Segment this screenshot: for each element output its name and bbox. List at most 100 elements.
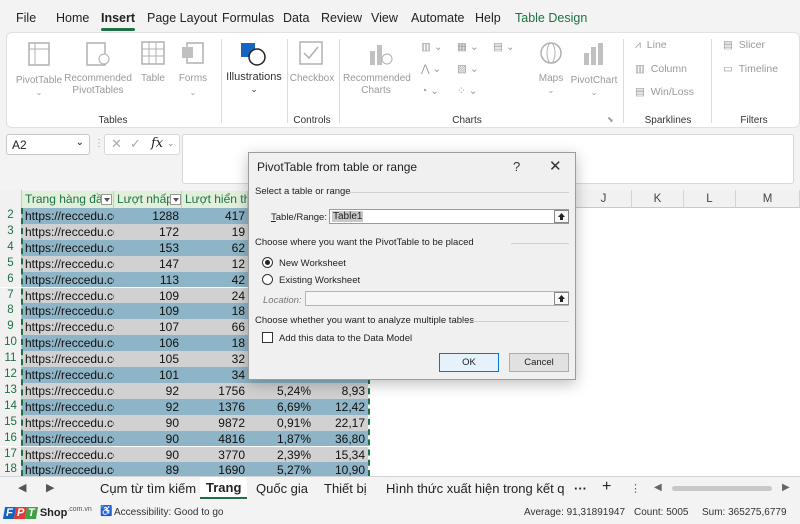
name-box[interactable]: A2 ⌄ — [6, 134, 90, 155]
table-cell-url[interactable]: https://reccedu.co — [22, 351, 114, 367]
tab-help[interactable]: Help — [475, 11, 501, 25]
table-cell-ctr[interactable]: 1,87% — [248, 430, 314, 447]
slicer-button[interactable]: ▤ Slicer — [723, 39, 765, 51]
add-data-model-checkbox[interactable] — [262, 332, 273, 343]
table-cell-clicks[interactable]: 109 — [114, 303, 182, 320]
cancel-icon[interactable]: ✕ — [111, 136, 122, 152]
more-options-icon[interactable]: ⋮ — [630, 482, 641, 495]
tab-insert[interactable]: Insert — [101, 11, 136, 31]
table-cell-clicks[interactable]: 92 — [114, 382, 182, 399]
table-cell-url[interactable]: https://reccedu.co — [22, 319, 114, 336]
row-header[interactable]: 10 — [0, 335, 22, 352]
table-cell-impressions[interactable]: 12 — [182, 255, 248, 272]
help-button[interactable]: ? — [513, 159, 520, 174]
statistic-chart-icon[interactable]: ▤ ⌄ — [493, 41, 515, 53]
location-input[interactable] — [305, 291, 569, 306]
table-cell-url[interactable]: https://reccedu.co — [22, 303, 114, 320]
table-cell-clicks[interactable]: 92 — [114, 398, 182, 415]
collapse-location-button[interactable] — [554, 292, 569, 305]
tab-page-layout[interactable]: Page Layout — [147, 11, 217, 25]
row-header[interactable]: 14 — [0, 398, 22, 415]
column-chart-icon[interactable]: ▥ ⌄ — [421, 41, 443, 53]
table-cell-url[interactable]: https://reccedu.co — [22, 239, 114, 256]
table-cell-impressions[interactable]: 62 — [182, 239, 248, 256]
tab-review[interactable]: Review — [321, 11, 362, 25]
table-cell-url[interactable]: https://reccedu.co — [22, 382, 114, 399]
pivottable-button[interactable]: PivotTable ⌄ — [15, 75, 63, 99]
sheet-tab-trang[interactable]: Trang — [200, 477, 248, 499]
table-cell-clicks[interactable]: 90 — [114, 414, 182, 431]
table-cell-clicks[interactable]: 90 — [114, 430, 182, 447]
table-cell-impressions[interactable]: 34 — [182, 367, 248, 383]
sheet-tab-thiet-bi[interactable]: Thiết bị — [324, 481, 367, 496]
table-cell-position[interactable]: 15,34 — [314, 446, 368, 463]
sparkline-line-button[interactable]: ⩘ Line — [635, 39, 667, 52]
pie-chart-icon[interactable]: ◔ ⌄ — [421, 85, 439, 97]
forms-button[interactable]: Forms — [175, 73, 211, 85]
table-cell-url[interactable]: https://reccedu.co — [22, 335, 114, 352]
insert-function-icon[interactable]: fx — [151, 136, 163, 151]
row-header[interactable]: 4 — [0, 239, 22, 256]
table-cell-url[interactable]: https://reccedu.co — [22, 446, 114, 463]
fx-dropdown-icon[interactable]: ⌄ — [167, 138, 175, 149]
table-cell-clicks[interactable]: 90 — [114, 446, 182, 463]
tab-table-design[interactable]: Table Design — [515, 11, 587, 25]
table-cell-ctr[interactable]: 5,24% — [248, 382, 314, 399]
table-header-cell[interactable]: Lượt hiển thị — [182, 191, 248, 208]
table-cell-impressions[interactable]: 19 — [182, 223, 248, 240]
pivotchart-button[interactable]: PivotChart ⌄ — [569, 75, 619, 99]
existing-worksheet-label[interactable]: Existing Worksheet — [279, 275, 360, 286]
row-header[interactable]: 9 — [0, 319, 22, 336]
table-cell-url[interactable]: https://reccedu.co — [22, 255, 114, 272]
row-header[interactable]: 13 — [0, 382, 22, 399]
column-header-k[interactable]: K — [632, 190, 684, 208]
table-cell-impressions[interactable]: 417 — [182, 208, 248, 224]
table-cell-clicks[interactable]: 109 — [114, 287, 182, 304]
row-header[interactable]: 6 — [0, 271, 22, 288]
table-cell-impressions[interactable]: 66 — [182, 319, 248, 336]
table-cell-impressions[interactable]: 32 — [182, 351, 248, 367]
recommended-charts-button[interactable]: Recommended Charts — [343, 73, 411, 97]
row-header[interactable]: 15 — [0, 414, 22, 431]
table-cell-clicks[interactable]: 153 — [114, 239, 182, 256]
tab-file[interactable]: File — [16, 11, 36, 25]
table-cell-clicks[interactable]: 107 — [114, 319, 182, 336]
table-cell-clicks[interactable]: 106 — [114, 335, 182, 352]
timeline-button[interactable]: ▭ Timeline — [723, 63, 778, 75]
tab-automate[interactable]: Automate — [411, 11, 465, 25]
scroll-sheets-left-icon[interactable]: ◀ — [18, 481, 26, 494]
row-header[interactable]: 2 — [0, 208, 22, 224]
row-header[interactable]: 7 — [0, 287, 22, 304]
cancel-button[interactable]: Cancel — [509, 353, 569, 372]
table-range-input[interactable]: Table1 — [329, 209, 569, 224]
row-header[interactable]: 12 — [0, 367, 22, 383]
recommended-pivottables-button[interactable]: Recommended PivotTables — [63, 73, 133, 97]
scroll-sheets-right-icon[interactable]: ▶ — [46, 481, 54, 494]
table-cell-clicks[interactable]: 1288 — [114, 208, 182, 224]
table-cell-impressions[interactable]: 9872 — [182, 414, 248, 431]
maps-button[interactable]: Maps ⌄ — [531, 73, 571, 97]
table-cell-impressions[interactable]: 3770 — [182, 446, 248, 463]
column-header-l[interactable]: L — [684, 190, 736, 208]
column-header-j[interactable]: J — [576, 190, 632, 208]
row-header[interactable]: 11 — [0, 351, 22, 367]
scroll-left-icon[interactable]: ◀ — [654, 482, 662, 493]
table-cell-ctr[interactable]: 0,91% — [248, 414, 314, 431]
checkbox-button[interactable]: Checkbox — [289, 73, 335, 85]
table-cell-ctr[interactable]: 2,39% — [248, 446, 314, 463]
more-sheets-button[interactable]: ··· — [574, 481, 587, 496]
row-header[interactable]: 8 — [0, 303, 22, 320]
tab-view[interactable]: View — [371, 11, 398, 25]
ok-button[interactable]: OK — [439, 353, 499, 372]
new-worksheet-label[interactable]: New Worksheet — [279, 258, 346, 269]
close-button[interactable]: ✕ — [549, 157, 562, 175]
table-cell-clicks[interactable]: 172 — [114, 223, 182, 240]
line-chart-icon[interactable]: ⋀ ⌄ — [421, 63, 441, 75]
sheet-tab-hinh-thuc[interactable]: Hình thức xuất hiện trong kết q — [386, 481, 565, 496]
horizontal-scrollbar[interactable] — [672, 486, 772, 491]
table-cell-url[interactable]: https://reccedu.co — [22, 414, 114, 431]
table-cell-ctr[interactable]: 6,69% — [248, 398, 314, 415]
table-cell-position[interactable]: 22,17 — [314, 414, 368, 431]
table-cell-impressions[interactable]: 24 — [182, 287, 248, 304]
table-cell-position[interactable]: 36,80 — [314, 430, 368, 447]
